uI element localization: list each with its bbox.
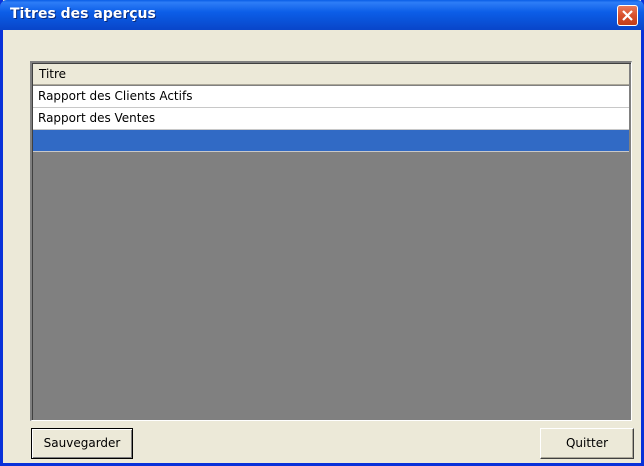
column-header-titre[interactable]: Titre xyxy=(33,64,629,84)
close-icon xyxy=(622,10,633,21)
save-button[interactable]: Sauvegarder xyxy=(31,428,133,459)
window-title: Titres des aperçus xyxy=(10,6,156,22)
list-header: Titre xyxy=(33,64,629,85)
quit-button[interactable]: Quitter xyxy=(540,428,634,459)
close-button[interactable] xyxy=(617,5,638,26)
list-row-1[interactable]: Rapport des Clients Actifs xyxy=(33,86,629,108)
title-bar[interactable]: Titres des aperçus xyxy=(0,0,644,30)
list-row-3-selected[interactable] xyxy=(33,130,629,152)
list-rows: Rapport des Clients Actifs Rapport des V… xyxy=(33,86,629,152)
dialog-window: Titres des aperçus Titre Rapport des Cli… xyxy=(0,0,644,466)
list-row-2[interactable]: Rapport des Ventes xyxy=(33,108,629,130)
titles-list[interactable]: Titre Rapport des Clients Actifs Rapport… xyxy=(30,61,632,421)
